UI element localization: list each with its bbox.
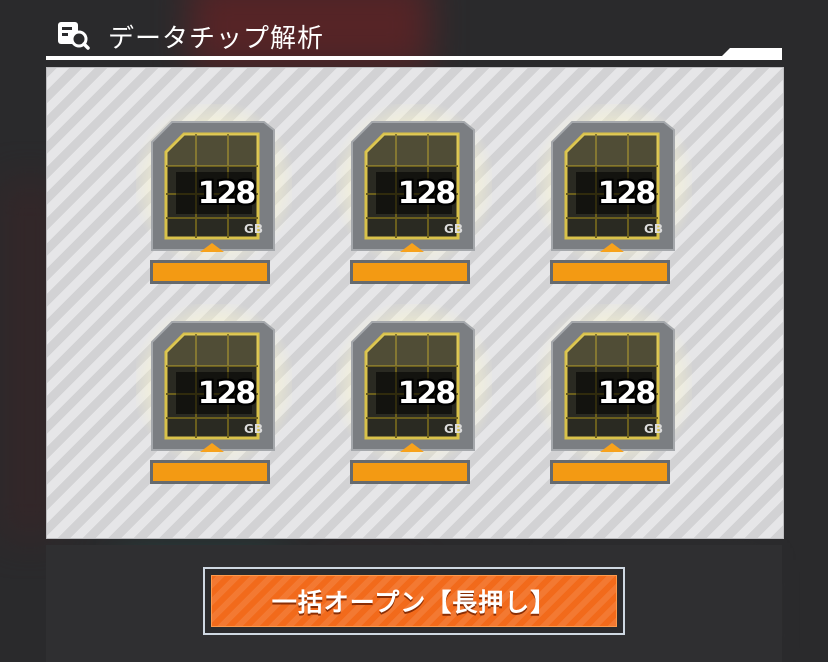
chip-arrow-up-icon <box>200 443 224 452</box>
chip-capacity: 128 <box>197 176 257 211</box>
chip-arrow-up-icon <box>400 443 424 452</box>
chip-slot-bar <box>550 260 670 284</box>
chip-unit: GB <box>644 222 663 236</box>
magnifier-chip-icon <box>58 22 90 50</box>
chip-capacity: 128 <box>397 376 457 411</box>
chip-arrow-up-icon <box>200 243 224 252</box>
data-chip-item[interactable]: 128 GB <box>336 104 492 298</box>
chip-capacity: 128 <box>197 376 257 411</box>
chip-arrow-up-icon <box>600 443 624 452</box>
chip-unit: GB <box>244 422 263 436</box>
data-chip-item[interactable]: 128 GB <box>336 304 492 498</box>
chip-unit: GB <box>444 422 463 436</box>
chip-slot-bar <box>550 460 670 484</box>
data-chip-item[interactable]: 128 GB <box>536 104 692 298</box>
chip-arrow-up-icon <box>600 243 624 252</box>
chip-capacity: 128 <box>397 176 457 211</box>
open-all-button-label: 一括オープン【長押し】 <box>271 588 557 617</box>
chip-unit: GB <box>244 222 263 236</box>
chip-arrow-up-icon <box>400 243 424 252</box>
chip-slot-bar <box>350 460 470 484</box>
data-chip-item[interactable]: 128 GB <box>136 104 292 298</box>
chip-capacity: 128 <box>597 376 657 411</box>
data-chip-item[interactable]: 128 GB <box>136 304 292 498</box>
chip-slot-bar <box>350 260 470 284</box>
header-divider <box>46 56 782 60</box>
data-chip-item[interactable]: 128 GB <box>536 304 692 498</box>
page-title: データチップ解析 <box>108 24 325 54</box>
dialog-header: データチップ解析 <box>46 14 782 60</box>
header-accent <box>722 48 782 56</box>
chip-unit: GB <box>444 222 463 236</box>
chip-slot-bar <box>150 460 270 484</box>
open-all-button[interactable]: 一括オープン【長押し】 <box>203 567 625 635</box>
chip-unit: GB <box>644 422 663 436</box>
chip-capacity: 128 <box>597 176 657 211</box>
chip-slot-bar <box>150 260 270 284</box>
